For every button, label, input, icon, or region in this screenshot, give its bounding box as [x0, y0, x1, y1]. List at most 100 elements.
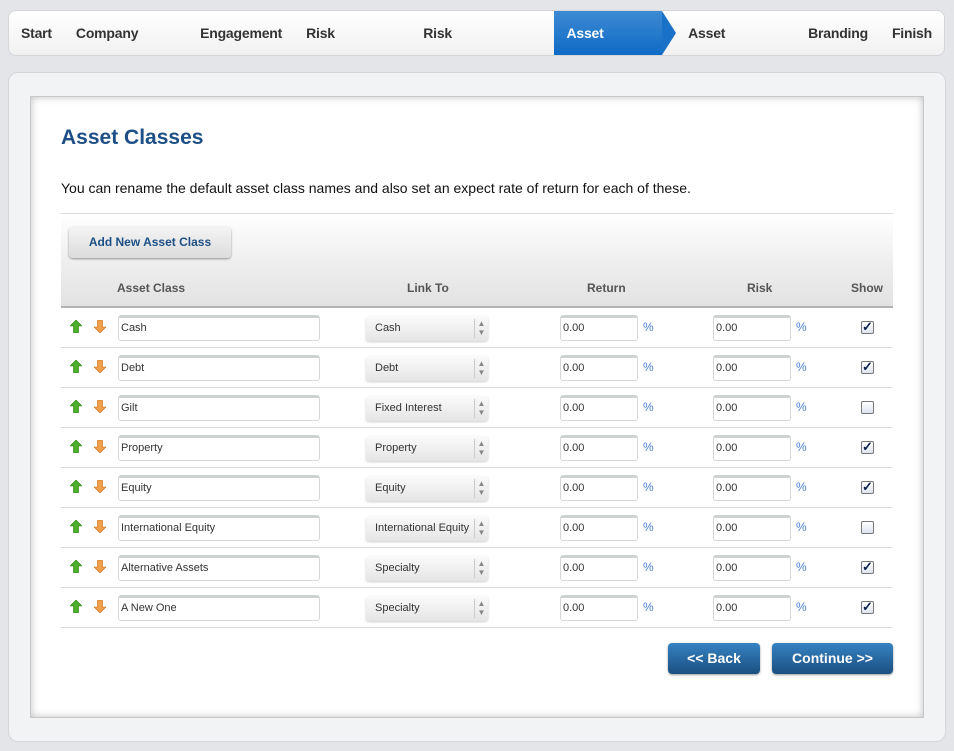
table-row: International Equity International Equit… — [61, 508, 893, 548]
return-input[interactable]: 0.00 — [560, 475, 638, 501]
link-to-select[interactable]: Cash ▲ ▼ — [366, 316, 488, 341]
asset-class-name-input[interactable]: Debt — [118, 355, 320, 381]
return-input[interactable]: 0.00 — [560, 595, 638, 621]
move-up-icon[interactable] — [69, 559, 83, 574]
asset-class-name-input[interactable]: Equity — [118, 475, 320, 501]
asset-class-name-input[interactable]: Alternative Assets — [118, 555, 320, 581]
table-row: Equity Equity ▲ ▼ 0.00 % 0.00 % ✓ — [61, 468, 893, 508]
percent-label: % — [796, 360, 807, 374]
link-to-value: Fixed Interest — [375, 402, 442, 414]
table-row: Cash Cash ▲ ▼ 0.00 % 0.00 % ✓ — [61, 308, 893, 348]
page-title: Asset Classes — [61, 126, 204, 149]
add-new-asset-class-button[interactable]: Add New Asset Class — [69, 227, 231, 258]
move-up-icon[interactable] — [69, 359, 83, 374]
return-input[interactable]: 0.00 — [560, 555, 638, 581]
link-to-value: Property — [375, 442, 417, 454]
show-checkbox[interactable]: ✓ — [861, 600, 874, 614]
asset-class-name-input[interactable]: Property — [118, 435, 320, 461]
table-row: A New One Specialty ▲ ▼ 0.00 % 0.00 % ✓ — [61, 588, 893, 628]
back-button[interactable]: << Back — [668, 643, 760, 674]
link-to-select[interactable]: International Equity ▲ ▼ — [366, 516, 488, 541]
risk-input[interactable]: 0.00 — [713, 515, 791, 541]
header-link-to: Link To — [407, 281, 449, 295]
move-down-icon[interactable] — [93, 319, 107, 334]
return-input[interactable]: 0.00 — [560, 515, 638, 541]
asset-class-name-input[interactable]: International Equity — [118, 515, 320, 541]
show-checkbox[interactable]: ✓ — [861, 560, 874, 574]
percent-label: % — [643, 400, 654, 414]
link-to-select[interactable]: Equity ▲ ▼ — [366, 476, 488, 501]
link-to-select[interactable]: Specialty ▲ ▼ — [366, 596, 488, 621]
link-to-value: Cash — [375, 322, 401, 334]
percent-label: % — [643, 440, 654, 454]
move-up-icon[interactable] — [69, 439, 83, 454]
percent-label: % — [796, 480, 807, 494]
select-arrows-icon: ▲ ▼ — [474, 519, 488, 538]
continue-button[interactable]: Continue >> — [772, 643, 893, 674]
move-up-icon[interactable] — [69, 319, 83, 334]
link-to-select[interactable]: Specialty ▲ ▼ — [366, 556, 488, 581]
asset-class-name-input[interactable]: Cash — [118, 315, 320, 341]
move-down-icon[interactable] — [93, 599, 107, 614]
asset-class-name-input[interactable]: A New One — [118, 595, 320, 621]
show-checkbox[interactable]: ✓ — [861, 360, 874, 374]
show-checkbox[interactable] — [861, 521, 874, 534]
header-asset-class: Asset Class — [117, 281, 186, 295]
percent-label: % — [643, 560, 654, 574]
percent-label: % — [796, 600, 807, 614]
show-checkbox[interactable]: ✓ — [861, 320, 874, 334]
table-row: Alternative Assets Specialty ▲ ▼ 0.00 % 0.… — [61, 548, 893, 588]
link-to-value: Specialty — [375, 602, 420, 614]
asset-class-name-input[interactable]: Gilt — [118, 395, 320, 421]
move-down-icon[interactable] — [93, 559, 107, 574]
percent-label: % — [796, 560, 807, 574]
move-up-icon[interactable] — [69, 399, 83, 414]
nav-step[interactable]: Branding — [796, 11, 880, 55]
move-down-icon[interactable] — [93, 399, 107, 414]
move-up-icon[interactable] — [69, 519, 83, 534]
risk-input[interactable]: 0.00 — [713, 595, 791, 621]
show-checkbox[interactable] — [861, 401, 874, 414]
move-down-icon[interactable] — [93, 479, 107, 494]
select-arrows-icon: ▲ ▼ — [474, 479, 488, 498]
nav-step[interactable]: Engagement — [188, 11, 294, 55]
return-input[interactable]: 0.00 — [560, 395, 638, 421]
table-row: Gilt Fixed Interest ▲ ▼ 0.00 % 0.00 % — [61, 388, 893, 428]
return-input[interactable]: 0.00 — [560, 355, 638, 381]
show-checkbox[interactable]: ✓ — [861, 440, 874, 454]
percent-label: % — [643, 360, 654, 374]
show-checkbox[interactable]: ✓ — [861, 480, 874, 494]
nav-step[interactable]: Start — [9, 11, 64, 55]
table-toolbar: Add New Asset Class — [61, 213, 893, 269]
move-up-icon[interactable] — [69, 599, 83, 614]
nav-step[interactable]: Asset Allocation — [676, 11, 796, 85]
percent-label: % — [796, 520, 807, 534]
move-down-icon[interactable] — [93, 359, 107, 374]
nav-step[interactable]: Company Details — [64, 11, 188, 85]
link-to-select[interactable]: Fixed Interest ▲ ▼ — [366, 396, 488, 421]
nav-step[interactable]: Risk Categories — [294, 11, 411, 85]
nav-step[interactable]: Risk Questionnaires — [411, 11, 554, 85]
risk-input[interactable]: 0.00 — [713, 475, 791, 501]
nav-step[interactable]: Asset Classes — [554, 11, 676, 85]
percent-label: % — [796, 320, 807, 334]
link-to-value: Equity — [375, 482, 406, 494]
risk-input[interactable]: 0.00 — [713, 395, 791, 421]
select-arrows-icon: ▲ ▼ — [474, 439, 488, 458]
risk-input[interactable]: 0.00 — [713, 435, 791, 461]
move-up-icon[interactable] — [69, 479, 83, 494]
risk-input[interactable]: 0.00 — [713, 315, 791, 341]
risk-input[interactable]: 0.00 — [713, 555, 791, 581]
link-to-select[interactable]: Property ▲ ▼ — [366, 436, 488, 461]
nav-step[interactable]: Finish — [880, 11, 944, 55]
link-to-select[interactable]: Debt ▲ ▼ — [366, 356, 488, 381]
move-down-icon[interactable] — [93, 519, 107, 534]
page-description: You can rename the default asset class n… — [61, 180, 691, 196]
move-down-icon[interactable] — [93, 439, 107, 454]
return-input[interactable]: 0.00 — [560, 435, 638, 461]
percent-label: % — [643, 480, 654, 494]
return-input[interactable]: 0.00 — [560, 315, 638, 341]
select-arrows-icon: ▲ ▼ — [474, 399, 488, 418]
risk-input[interactable]: 0.00 — [713, 355, 791, 381]
select-arrows-icon: ▲ ▼ — [474, 319, 488, 338]
